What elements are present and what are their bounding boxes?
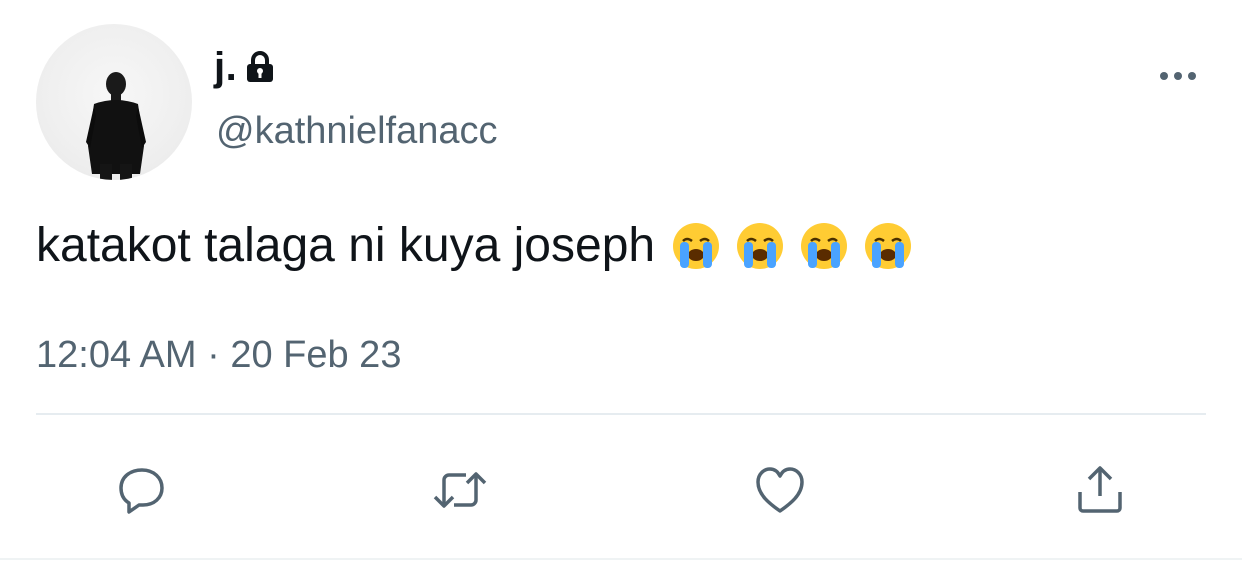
more-options-button[interactable] xyxy=(1150,56,1214,96)
lock-icon xyxy=(245,50,275,84)
name-row: j. xyxy=(214,40,275,94)
bottom-divider xyxy=(0,558,1242,560)
more-icon xyxy=(1160,72,1196,80)
display-name[interactable]: j. xyxy=(214,45,237,90)
crying-face-emoji-icon xyxy=(865,222,912,269)
reply-icon xyxy=(119,468,164,514)
like-button[interactable] xyxy=(740,450,820,530)
share-icon xyxy=(1078,466,1122,513)
emoji-group xyxy=(671,221,913,271)
crying-face-emoji-icon xyxy=(737,222,784,269)
tweet-body: katakot talaga ni kuya joseph xyxy=(36,218,913,273)
share-button[interactable] xyxy=(1060,450,1140,530)
divider xyxy=(36,413,1206,415)
crying-face-emoji-icon xyxy=(673,222,720,269)
heart-icon xyxy=(756,467,804,513)
tweet-detail: j. @kathnielfanacc katakot talaga ni kuy… xyxy=(0,0,1242,579)
retweet-icon xyxy=(433,472,487,508)
avatar[interactable] xyxy=(36,24,192,180)
action-bar xyxy=(0,450,1242,530)
reply-button[interactable] xyxy=(101,450,181,530)
avatar-person-silhouette xyxy=(86,72,146,180)
tweet-timestamp[interactable]: 12:04 AM · 20 Feb 23 xyxy=(36,334,401,377)
tweet-text: katakot talaga ni kuya joseph xyxy=(36,219,656,272)
retweet-button[interactable] xyxy=(420,450,500,530)
crying-face-emoji-icon xyxy=(801,222,848,269)
user-handle[interactable]: @kathnielfanacc xyxy=(216,110,498,153)
